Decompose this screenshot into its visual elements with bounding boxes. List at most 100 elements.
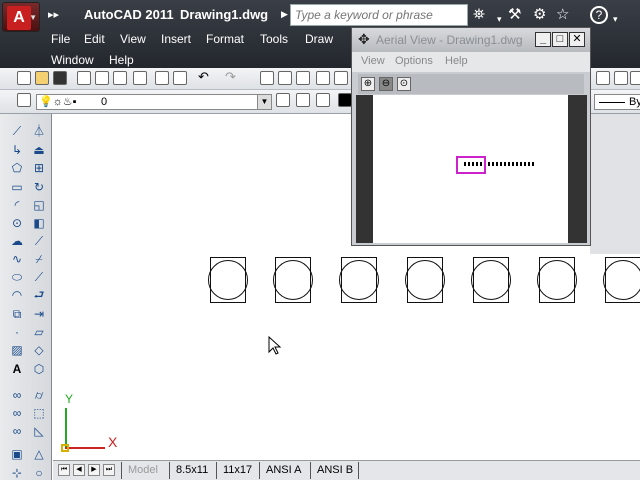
ellipse-arc-icon[interactable]: ◠	[10, 288, 24, 302]
subscription-center-icon[interactable]: ⚙	[533, 6, 546, 24]
hatch-icon[interactable]: ▨	[10, 343, 24, 357]
tab-ansi-b[interactable]: ANSI B	[310, 462, 359, 479]
region-icon[interactable]: ◇	[32, 343, 46, 357]
menu-view[interactable]: View	[120, 32, 146, 46]
make-object-layer-current-icon[interactable]	[276, 93, 290, 107]
layer-state-icon[interactable]	[316, 93, 330, 107]
layer-properties-icon[interactable]	[17, 93, 31, 107]
open-folder-icon[interactable]	[35, 71, 49, 85]
print-preview-icon[interactable]	[95, 71, 109, 85]
previous-tab-icon[interactable]: ◀	[73, 464, 85, 476]
3d-object-icon[interactable]: ⬡	[32, 362, 46, 376]
favorites-star-icon[interactable]: ☆	[556, 6, 569, 24]
markup-icon[interactable]	[334, 71, 348, 85]
wrench-icon[interactable]: ⚒	[508, 6, 521, 24]
chevron-down-icon[interactable]: ▾	[613, 10, 618, 28]
polyline-icon[interactable]: ↳	[10, 143, 24, 157]
menu-edit[interactable]: Edit	[84, 32, 105, 46]
search-box[interactable]	[290, 4, 468, 26]
new-file-icon[interactable]	[17, 71, 31, 85]
close-button[interactable]: ✕	[569, 32, 585, 47]
polygon-icon[interactable]: ⬠	[10, 161, 24, 175]
first-tab-icon[interactable]: ⏮	[58, 464, 70, 476]
aerial-view-viewbox[interactable]	[456, 156, 486, 174]
mirror-icon[interactable]: ⏃	[32, 124, 46, 138]
aerial-view-title-bar[interactable]: ✥ Aerial View - Drawing1.dwg _ □ ✕	[352, 28, 590, 52]
menu-file[interactable]: File	[51, 32, 70, 46]
orbit-3-icon[interactable]: ∞	[10, 424, 24, 438]
chamfer-icon[interactable]: ⮐	[32, 288, 46, 302]
binoculars-icon[interactable]: ⛯	[473, 6, 485, 24]
print-icon[interactable]	[77, 71, 91, 85]
copy-icon[interactable]	[173, 71, 187, 85]
rotate-icon[interactable]: ↻	[32, 180, 46, 194]
spline-icon[interactable]: ∿	[10, 252, 24, 266]
sphere-icon[interactable]: ○	[32, 466, 46, 480]
scale-icon[interactable]: ◱	[32, 198, 46, 212]
extend-icon[interactable]: ⟋	[32, 234, 46, 248]
circle-block[interactable]	[339, 257, 379, 303]
circle-block[interactable]	[208, 257, 248, 303]
aerial-view-preview[interactable]	[356, 95, 587, 243]
cone-icon[interactable]: △	[32, 447, 46, 461]
orbit-icon[interactable]: ∞	[10, 388, 24, 402]
line-icon[interactable]: ⟋	[10, 124, 24, 138]
zoom-in-icon[interactable]: ⊕	[361, 77, 375, 91]
circle-block[interactable]	[405, 257, 445, 303]
menu-tools[interactable]: Tools	[260, 32, 288, 46]
aerial-menu-help[interactable]: Help	[445, 55, 468, 67]
chevron-down-icon[interactable]: ▼	[257, 95, 271, 109]
menu-insert[interactable]: Insert	[161, 32, 191, 46]
layer-previous-icon[interactable]	[296, 93, 310, 107]
circle-block[interactable]	[603, 257, 640, 303]
text-style-icon[interactable]	[630, 71, 640, 85]
circle-icon[interactable]: ⊙	[10, 216, 24, 230]
dimension-icon[interactable]	[596, 71, 610, 85]
snap-icon[interactable]: ⊹	[10, 466, 24, 480]
tab-ansi-a[interactable]: ANSI A	[259, 462, 307, 479]
viewport-icon[interactable]: ▣	[10, 447, 24, 461]
circle-block[interactable]	[537, 257, 577, 303]
fillet-icon[interactable]: ⇥	[32, 307, 46, 321]
tab-8-5x11[interactable]: 8.5x11	[169, 462, 214, 479]
wedge-icon[interactable]: ◺	[32, 424, 46, 438]
last-tab-icon[interactable]: ⏭	[103, 464, 115, 476]
next-tab-icon[interactable]: ▶	[88, 464, 100, 476]
sheet-set-icon[interactable]	[316, 71, 330, 85]
ellipse-icon[interactable]: ⬭	[10, 270, 24, 284]
maximize-button[interactable]: □	[552, 32, 568, 47]
menu-draw[interactable]: Draw	[305, 32, 333, 46]
help-icon[interactable]: ?	[590, 6, 608, 24]
minimize-button[interactable]: _	[535, 32, 551, 47]
solid-box-icon[interactable]: ⬚	[32, 406, 46, 420]
redo-icon[interactable]: ↷	[225, 70, 239, 85]
multiline-text-icon[interactable]: A	[10, 362, 24, 376]
join-icon[interactable]: ⟋	[32, 270, 46, 284]
layer-dropdown[interactable]: 💡☼♨▪ 0 ▼	[36, 94, 272, 110]
design-center-icon[interactable]	[278, 71, 292, 85]
cut-icon[interactable]	[155, 71, 169, 85]
color-swatch-icon[interactable]	[338, 93, 352, 107]
arc-icon[interactable]: ◜	[10, 198, 24, 212]
publish-icon[interactable]	[113, 71, 127, 85]
menu-window[interactable]: Window	[51, 53, 94, 67]
solid-cylinder-icon[interactable]: ⌭	[32, 388, 46, 402]
undo-icon[interactable]: ↶	[198, 70, 212, 85]
aerial-menu-view[interactable]: View	[361, 55, 385, 67]
explode-icon[interactable]: ▱	[32, 325, 46, 339]
break-icon[interactable]: ⌿	[32, 252, 46, 266]
zoom-global-icon[interactable]: ⊙	[397, 77, 411, 91]
array-icon[interactable]: ⊞	[32, 161, 46, 175]
tool-palettes-icon[interactable]	[296, 71, 310, 85]
menu-format[interactable]: Format	[206, 32, 244, 46]
search-expand-icon[interactable]: ▶	[281, 9, 288, 20]
quick-access-expand-icon[interactable]: ▸▸	[48, 8, 59, 21]
trim-icon[interactable]: ◧	[32, 216, 46, 230]
stretch-icon[interactable]: ⏏	[32, 143, 46, 157]
circle-block[interactable]	[471, 257, 511, 303]
properties-icon[interactable]	[260, 71, 274, 85]
insert-block-icon[interactable]: ⧉	[10, 307, 24, 321]
search-input[interactable]	[291, 5, 467, 25]
dimension-style-icon[interactable]	[614, 71, 628, 85]
orbit-2-icon[interactable]: ∞	[10, 406, 24, 420]
